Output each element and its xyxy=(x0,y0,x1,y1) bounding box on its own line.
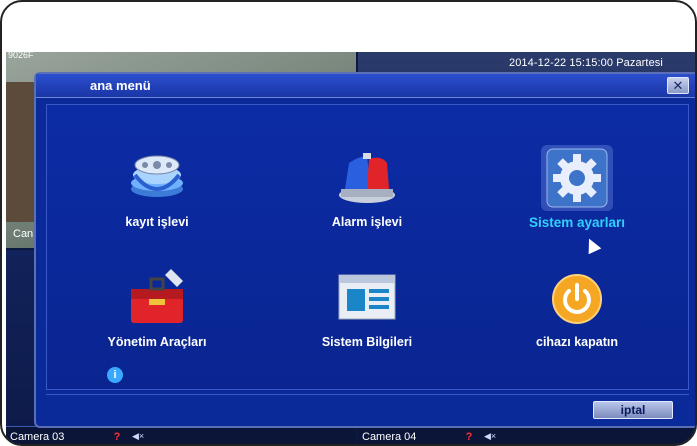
camera-status-bar-04: Camera 04 ? ◀× xyxy=(358,426,695,444)
gear-icon xyxy=(541,145,613,211)
system-info-icon xyxy=(331,265,403,331)
menu-item-system-settings[interactable]: Sistem ayarları xyxy=(497,145,657,245)
menu-item-label: kayıt işlevi xyxy=(125,215,189,229)
menu-item-label: Yönetim Araçları xyxy=(107,335,207,349)
dialog-title: ana menü xyxy=(90,78,151,93)
camera-corner-text: 9026F xyxy=(8,52,34,60)
dialog-titlebar: ana menü ✕ xyxy=(36,74,695,98)
dvr-screen: 9026F Can 2014-12-22 15:15:00 Pazartesi … xyxy=(6,52,695,444)
menu-item-alarm[interactable]: Alarm işlevi xyxy=(287,145,447,245)
close-button[interactable]: ✕ xyxy=(667,77,689,94)
speaker-muted-icon: ◀× xyxy=(484,431,497,441)
camera-side-label: Can xyxy=(13,228,34,240)
power-icon xyxy=(541,265,613,331)
menu-item-label: Alarm işlevi xyxy=(331,215,403,229)
menu-item-system-info[interactable]: Sistem Bilgileri xyxy=(287,265,447,365)
film-reel-icon xyxy=(121,145,193,211)
menu-item-shutdown[interactable]: cihazı kapatın xyxy=(497,265,657,365)
camera-status-bar-03: Camera 03 ? ◀× xyxy=(6,426,356,444)
speaker-muted-icon: ◀× xyxy=(132,431,145,441)
cancel-button[interactable]: iptal xyxy=(593,401,673,419)
menu-item-label: cihazı kapatın xyxy=(536,335,618,349)
photo-frame: 9026F Can 2014-12-22 15:15:00 Pazartesi … xyxy=(0,0,697,446)
menu-item-recording[interactable]: kayıt işlevi xyxy=(77,145,237,245)
alert-icon: ? xyxy=(465,430,473,443)
dialog-footer: iptal xyxy=(46,394,689,422)
info-icon[interactable]: i xyxy=(107,367,123,383)
camera-label: Camera 03 xyxy=(10,430,65,443)
menu-item-label: Sistem ayarları xyxy=(528,215,626,230)
menu-item-management-tools[interactable]: Yönetim Araçları xyxy=(77,265,237,365)
menu-item-label: Sistem Bilgileri xyxy=(321,335,413,349)
datetime-readout: 2014-12-22 15:15:00 Pazartesi xyxy=(509,57,663,69)
alarm-siren-icon xyxy=(331,145,403,211)
alert-icon: ? xyxy=(113,430,121,443)
toolbox-icon xyxy=(121,265,193,331)
camera-label: Camera 04 xyxy=(362,430,417,443)
camera-scene-door xyxy=(6,82,36,222)
